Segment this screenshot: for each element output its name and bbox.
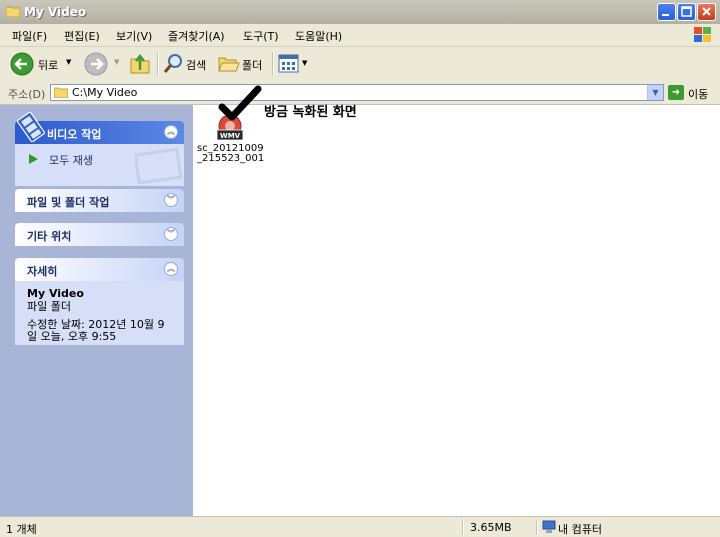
annotation-text: 방금 녹화된 화면 [264, 105, 357, 120]
search-icon [163, 54, 182, 73]
video-tasks-panel: 비디오 작업 ︽ 모두 재생 [15, 112, 184, 186]
details-panel: 자세히 ︽ My Video 파일 폴더 수정한 날짜: 2012년 10월 9… [15, 258, 184, 345]
folder-icon [6, 6, 20, 17]
folders-button[interactable]: 폴더 [218, 51, 268, 77]
status-divider [462, 519, 464, 535]
maximize-button[interactable] [677, 3, 696, 21]
film-strip-icon [17, 112, 45, 142]
status-bar: 1 개체 3.65MB 내 컴퓨터 [0, 516, 720, 537]
expand-chevron-icon[interactable]: ︾ [164, 227, 178, 241]
wmv-badge: WMV [220, 132, 241, 140]
window-title: My Video [24, 5, 87, 19]
file-name: sc_20121009 _215523_001 [197, 144, 264, 164]
video-tasks-title: 비디오 작업 [47, 128, 102, 141]
folders-label: 폴더 [242, 59, 263, 72]
minimize-button[interactable] [657, 3, 676, 21]
up-folder-icon [130, 53, 150, 74]
search-button[interactable]: 검색 [162, 51, 212, 77]
address-label: 주소(D) [8, 88, 46, 101]
menu-favorites[interactable]: 즐겨찾기(A) [168, 28, 225, 44]
collapse-chevron-icon[interactable]: ︽ [164, 125, 178, 139]
other-places-title: 기타 위치 [27, 230, 72, 243]
up-folder-button[interactable] [128, 51, 154, 77]
collapse-chevron-icon[interactable]: ︽ [164, 262, 178, 276]
forward-dropdown-icon[interactable]: ▼ [114, 58, 119, 66]
status-object-count: 1 개체 [6, 523, 37, 536]
windows-logo-icon [694, 27, 711, 42]
other-places-panel: 기타 위치 ︾ [15, 223, 184, 246]
go-label: 이동 [688, 88, 709, 101]
close-icon [702, 7, 711, 16]
close-button[interactable] [697, 3, 716, 21]
address-value: C:\My Video [72, 86, 138, 99]
file-folder-tasks-panel: 파일 및 폴더 작업 ︾ [15, 189, 184, 212]
views-dropdown-icon[interactable]: ▼ [302, 59, 307, 67]
status-divider [536, 519, 538, 535]
views-icon [278, 54, 299, 73]
details-type: 파일 폴더 [27, 300, 71, 313]
back-label: 뒤로 [38, 59, 59, 72]
checkmark-icon [218, 85, 262, 121]
menu-edit[interactable]: 편집(E) [64, 28, 100, 44]
forward-arrow-icon [84, 52, 108, 76]
details-title: 자세히 [27, 265, 58, 278]
menu-file[interactable]: 파일(F) [12, 28, 47, 44]
file-list-area[interactable]: WMV sc_20121009 _215523_001 방금 녹화된 화면 [193, 85, 720, 516]
minimize-icon [662, 14, 669, 16]
toolbar: 뒤로 ▼ ▼ 검색 폴더 ▼ [0, 47, 720, 83]
go-button[interactable]: ➜ 이동 [668, 84, 718, 102]
menu-tools[interactable]: 도구(T) [243, 28, 279, 44]
details-modified-line2: 일 오늘, 오후 9:55 [27, 330, 117, 343]
expand-chevron-icon[interactable]: ︾ [164, 193, 178, 207]
play-all-link[interactable]: 모두 재생 [27, 151, 147, 167]
folders-icon [218, 57, 240, 72]
back-dropdown-icon[interactable]: ▼ [66, 58, 71, 66]
address-input[interactable]: C:\My Video ▼ [50, 84, 664, 101]
video-tasks-header[interactable]: 비디오 작업 ︽ [15, 112, 184, 144]
go-arrow-icon: ➜ [668, 85, 684, 100]
details-body: My Video 파일 폴더 수정한 날짜: 2012년 10월 9 일 오늘,… [15, 281, 184, 345]
status-location: 내 컴퓨터 [558, 523, 602, 536]
task-pane: 비디오 작업 ︽ 모두 재생 파일 및 폴더 작업 ︾ 기타 위치 ︾ 자세히 … [0, 105, 193, 516]
back-arrow-icon [10, 52, 34, 76]
video-tasks-body: 모두 재생 [15, 144, 184, 186]
views-button[interactable]: ▼ [278, 51, 310, 77]
back-button[interactable]: 뒤로 ▼ [10, 51, 78, 77]
forward-button[interactable]: ▼ [84, 51, 124, 77]
maximize-icon [681, 6, 692, 17]
file-folder-tasks-title: 파일 및 폴더 작업 [27, 196, 110, 209]
file-name-line2: _215523_001 [197, 153, 265, 164]
other-places-header[interactable]: 기타 위치 ︾ [15, 223, 184, 246]
status-size: 3.65MB [470, 521, 512, 534]
toolbar-separator [272, 52, 274, 76]
explorer-window: My Video 파일(F) 편집(E) 보기(V) 즐겨찾기(A) 도구(T)… [0, 0, 720, 537]
menu-bar: 파일(F) 편집(E) 보기(V) 즐겨찾기(A) 도구(T) 도움말(H) [0, 24, 720, 47]
search-label: 검색 [186, 59, 207, 72]
play-all-label: 모두 재생 [49, 154, 93, 167]
play-icon [29, 154, 38, 164]
toolbar-separator [157, 52, 159, 76]
address-bar: 주소(D) C:\My Video ▼ ➜ 이동 [0, 82, 720, 105]
file-folder-tasks-header[interactable]: 파일 및 폴더 작업 ︾ [15, 189, 184, 212]
my-computer-icon [542, 520, 556, 533]
menu-help[interactable]: 도움말(H) [295, 28, 342, 44]
menu-view[interactable]: 보기(V) [116, 28, 152, 44]
title-bar[interactable]: My Video [0, 0, 720, 25]
address-dropdown-icon[interactable]: ▼ [647, 85, 663, 100]
folder-icon [54, 87, 68, 98]
details-header[interactable]: 자세히 ︽ [15, 258, 184, 281]
